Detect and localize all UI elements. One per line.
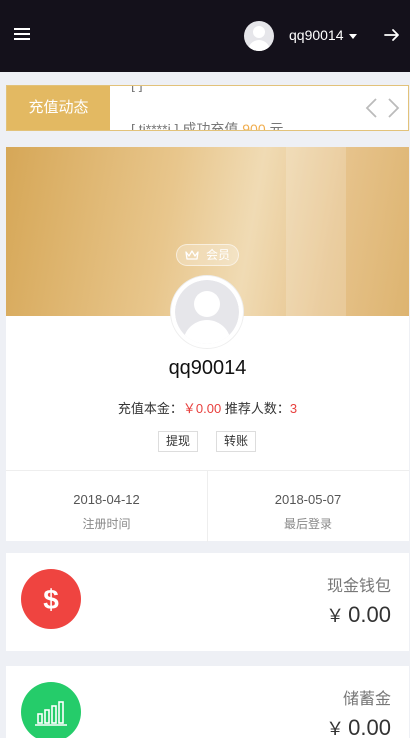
wallet-amount-value: 0.00 [348, 715, 391, 738]
svg-text:$: $ [43, 584, 59, 615]
transfer-button[interactable]: 转账 [216, 431, 256, 452]
currency-symbol: ￥ [326, 719, 345, 738]
member-badge: 会员 [176, 244, 239, 266]
register-date-cell: 2018-04-12 注册时间 [6, 471, 207, 542]
logout-arrow-icon[interactable] [383, 26, 401, 44]
avatar[interactable] [244, 21, 274, 51]
chevron-right-icon[interactable] [383, 96, 403, 120]
user-dropdown[interactable]: qq90014 [289, 27, 357, 43]
ticker-label: 充值动态 [7, 86, 110, 130]
dollar-icon: $ [21, 569, 81, 629]
last-login-cell: 2018-05-07 最后登录 [207, 471, 408, 542]
cash-wallet-card[interactable]: $ 现金钱包 ￥ 0.00 [6, 553, 409, 651]
last-login-label: 最后登录 [283, 517, 332, 531]
savings-wallet-card[interactable]: 储蓄金 ￥ 0.00 [6, 666, 409, 738]
ticker-prev-item: [ ] [131, 86, 143, 92]
last-login-date: 2018-05-07 [274, 492, 342, 507]
member-badge-label: 会员 [205, 248, 230, 262]
ticker-amount: 900 [242, 121, 266, 131]
wallet-name: 储蓄金 [342, 691, 391, 708]
bar-chart-icon [21, 682, 81, 738]
ticker-suffix: 元 [269, 121, 284, 131]
principal-label: 充值本金： [117, 401, 183, 416]
withdraw-button[interactable]: 提现 [158, 431, 198, 452]
register-date: 2018-04-12 [73, 492, 140, 507]
caret-down-icon [348, 33, 357, 39]
referrals-label: 推荐人数： [224, 401, 290, 416]
ticker-prefix: [ ti****i ] 成功充值 [131, 121, 239, 131]
profile-card: 会员 qq90014 充值本金：￥0.00 推荐人数：3 提现 转账 2018-… [6, 147, 409, 542]
principal-value: ￥0.00 [182, 401, 222, 416]
currency-symbol: ￥ [326, 606, 345, 626]
recharge-ticker: 充值动态 [ ] [ ti****i ] 成功充值 900 元 [6, 85, 409, 131]
ticker-item: [ ti****i ] 成功充值 900 元 [131, 119, 284, 131]
profile-name: qq90014 [168, 357, 247, 379]
username-label: qq90014 [289, 27, 344, 43]
crown-icon [185, 250, 199, 260]
wallet-amount-value: 0.00 [348, 602, 391, 627]
chevron-left-icon[interactable] [362, 96, 382, 120]
profile-avatar[interactable] [171, 276, 243, 348]
profile-stats: 充值本金：￥0.00 推荐人数：3 [6, 398, 409, 417]
wallet-amount: ￥ 0.00 [326, 602, 391, 628]
wallet-name: 现金钱包 [326, 578, 391, 595]
referrals-value: 3 [289, 401, 298, 416]
top-navbar: qq90014 [0, 0, 410, 72]
menu-icon[interactable] [14, 28, 30, 42]
wallet-amount: ￥ 0.00 [326, 715, 391, 738]
profile-dates: 2018-04-12 注册时间 2018-05-07 最后登录 [6, 470, 409, 542]
register-date-label: 注册时间 [82, 517, 131, 531]
